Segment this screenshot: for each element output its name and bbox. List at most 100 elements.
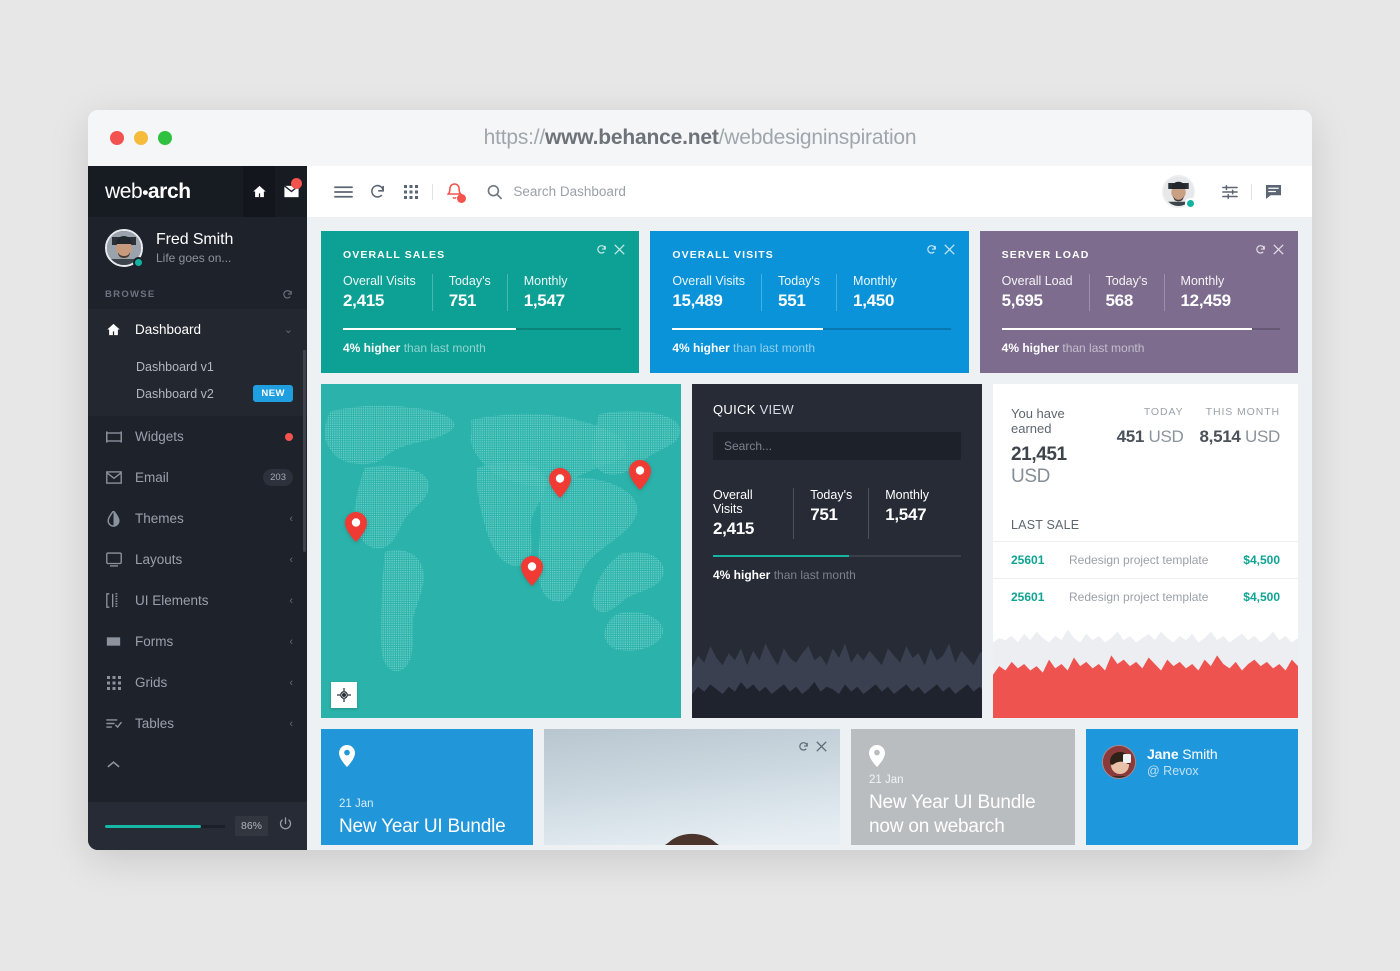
close-icon[interactable]	[816, 741, 827, 752]
stat-delta-suffix: than last month	[733, 341, 816, 355]
refresh-icon[interactable]	[1255, 244, 1266, 255]
stat-column-label: Today's	[778, 274, 821, 288]
sidebar-item-widgets[interactable]: Widgets	[88, 416, 307, 457]
sidebar-subitem-dashboard-v2[interactable]: Dashboard v2 NEW	[88, 380, 307, 407]
world-map-card[interactable]	[321, 384, 681, 718]
refresh-icon[interactable]	[596, 244, 607, 255]
earnings-total: You have earned 21,451 USD	[1011, 406, 1101, 488]
apps-grid-button[interactable]	[394, 166, 428, 217]
promo-card-blue[interactable]: 21 Jan New Year UI Bundle	[321, 729, 533, 845]
sidebar-item-label: Tables	[135, 716, 175, 731]
quick-view-column: Today's 751	[810, 488, 870, 539]
apps-grid-icon	[404, 184, 418, 199]
sidebar-item-layouts[interactable]: Layouts ‹	[88, 539, 307, 580]
topbar-refresh-button[interactable]	[360, 166, 394, 217]
promo-date: 21 Jan	[339, 798, 374, 810]
sliders-icon	[1222, 184, 1238, 199]
sidebar-item-label: Forms	[135, 634, 174, 649]
mail-shortcut-button[interactable]	[275, 166, 307, 217]
app-logo[interactable]: web•arch	[105, 180, 191, 204]
refresh-icon[interactable]	[282, 289, 293, 300]
pin-europe[interactable]	[549, 468, 571, 503]
promo-card-gray[interactable]: 21 Jan New Year UI Bundle now on webarch	[851, 729, 1075, 845]
power-button[interactable]	[278, 816, 293, 836]
last-sale-label: LAST SALE	[1011, 518, 1080, 532]
pin-asia[interactable]	[629, 460, 651, 495]
search-container[interactable]	[487, 184, 1162, 200]
sidebar-item-forms[interactable]: Forms ‹	[88, 621, 307, 662]
menu-toggle-button[interactable]	[326, 166, 360, 217]
quick-view-search-input[interactable]	[724, 439, 950, 453]
quick-view-delta: 4% higher	[713, 568, 771, 582]
refresh-icon	[370, 184, 384, 198]
tweet-card[interactable]: Jane Smith @ Revox	[1086, 729, 1298, 845]
stat-column-value: 551	[778, 291, 806, 310]
sidebar-item-email[interactable]: Email 203	[88, 457, 307, 498]
forms-icon	[105, 635, 122, 648]
tweet-handle: @ Revox	[1147, 764, 1199, 778]
stat-card-overall-visits: OVERALL VISITS Overall Visits 15,489 Tod…	[650, 231, 969, 373]
earnings-header: You have earned 21,451 USD TODAY 451 USD…	[993, 384, 1298, 488]
sidebar-item-themes[interactable]: Themes ‹	[88, 498, 307, 539]
earnings-today-amount: 451 USD	[1117, 427, 1184, 447]
sidebar-item-partial[interactable]	[88, 744, 307, 785]
sale-id: 25601	[1011, 553, 1045, 567]
ui-elements-icon	[105, 593, 122, 608]
sidebar-header: web•arch	[88, 166, 307, 217]
locate-me-button[interactable]	[331, 682, 357, 708]
quick-view-values: Overall Visits 2,415 Today's 751 Monthly…	[713, 488, 961, 539]
address-bar[interactable]: https://www.behance.net/webdesigninspira…	[88, 126, 1312, 150]
sale-description: Redesign project template	[1069, 590, 1209, 604]
sidebar-item-dashboard[interactable]: Dashboard ⌄	[88, 309, 307, 350]
sidebar-item-tables[interactable]: Tables ‹	[88, 703, 307, 744]
grid-icon	[105, 675, 122, 690]
brightness-slider[interactable]	[105, 824, 225, 828]
layout-icon	[105, 552, 122, 567]
home-shortcut-button[interactable]	[243, 166, 275, 217]
table-row[interactable]: 25601 Redesign project template $4,500	[993, 541, 1298, 578]
dashboard-content: OVERALL SALES Overall Visits 2,415 Today…	[307, 217, 1312, 850]
topbar-divider-2	[1251, 183, 1252, 200]
notifications-button[interactable]	[437, 166, 471, 217]
refresh-icon[interactable]	[926, 244, 937, 255]
stat-cards-row: OVERALL SALES Overall Visits 2,415 Today…	[321, 231, 1298, 373]
promo-card-photo[interactable]	[544, 729, 840, 845]
earnings-month-caption: THIS MONTH	[1205, 406, 1280, 418]
topbar-avatar-wrapper[interactable]	[1162, 175, 1196, 209]
map-pin-icon	[345, 512, 367, 542]
browser-window: https://www.behance.net/webdesigninspira…	[88, 110, 1312, 850]
close-icon[interactable]	[614, 244, 626, 255]
close-icon[interactable]	[1273, 244, 1284, 255]
chevron-left-icon: ‹	[289, 512, 293, 525]
sidebar-item-ui-elements[interactable]: UI Elements ‹	[88, 580, 307, 621]
profile-name: Fred Smith	[156, 231, 234, 248]
new-badge: NEW	[253, 385, 293, 402]
stat-progress-track	[672, 328, 951, 330]
stat-card-values: Overall Visits 15,489 Today's 551 Monthl…	[672, 274, 950, 311]
pin-north-america[interactable]	[345, 512, 367, 547]
sidebar-subitem-dashboard-v1[interactable]: Dashboard v1	[88, 353, 307, 380]
close-icon[interactable]	[943, 244, 955, 255]
logo-prefix: web	[105, 179, 143, 203]
refresh-icon[interactable]	[798, 741, 809, 752]
topbar-divider	[432, 183, 433, 200]
sidebar-profile[interactable]: Fred Smith Life goes on...	[88, 217, 307, 279]
quick-view-search[interactable]	[713, 432, 961, 460]
chat-button[interactable]	[1256, 166, 1290, 217]
stat-card-server-load: SERVER LOAD Overall Load 5,695 Today's 5…	[979, 231, 1298, 373]
map-pin-icon	[339, 745, 355, 767]
sidebar-item-grids[interactable]: Grids ‹	[88, 662, 307, 703]
pin-africa[interactable]	[521, 556, 543, 591]
sale-amount: $4,500	[1243, 590, 1280, 604]
stat-card-title: SERVER LOAD	[1001, 249, 1090, 261]
search-input[interactable]	[513, 184, 1162, 199]
quick-view-area-chart	[692, 643, 982, 718]
sidebar-item-label: Dashboard	[135, 322, 202, 337]
stat-progress-fill	[1001, 328, 1253, 330]
stat-delta: 4% higher	[343, 341, 401, 355]
settings-button[interactable]	[1213, 166, 1247, 217]
stat-column-value: 568	[1105, 291, 1134, 310]
earnings-label: You have earned	[1011, 406, 1065, 436]
main-area: OVERALL SALES Overall Visits 2,415 Tod	[307, 166, 1312, 850]
earnings-amount-currency: USD	[1011, 466, 1050, 487]
